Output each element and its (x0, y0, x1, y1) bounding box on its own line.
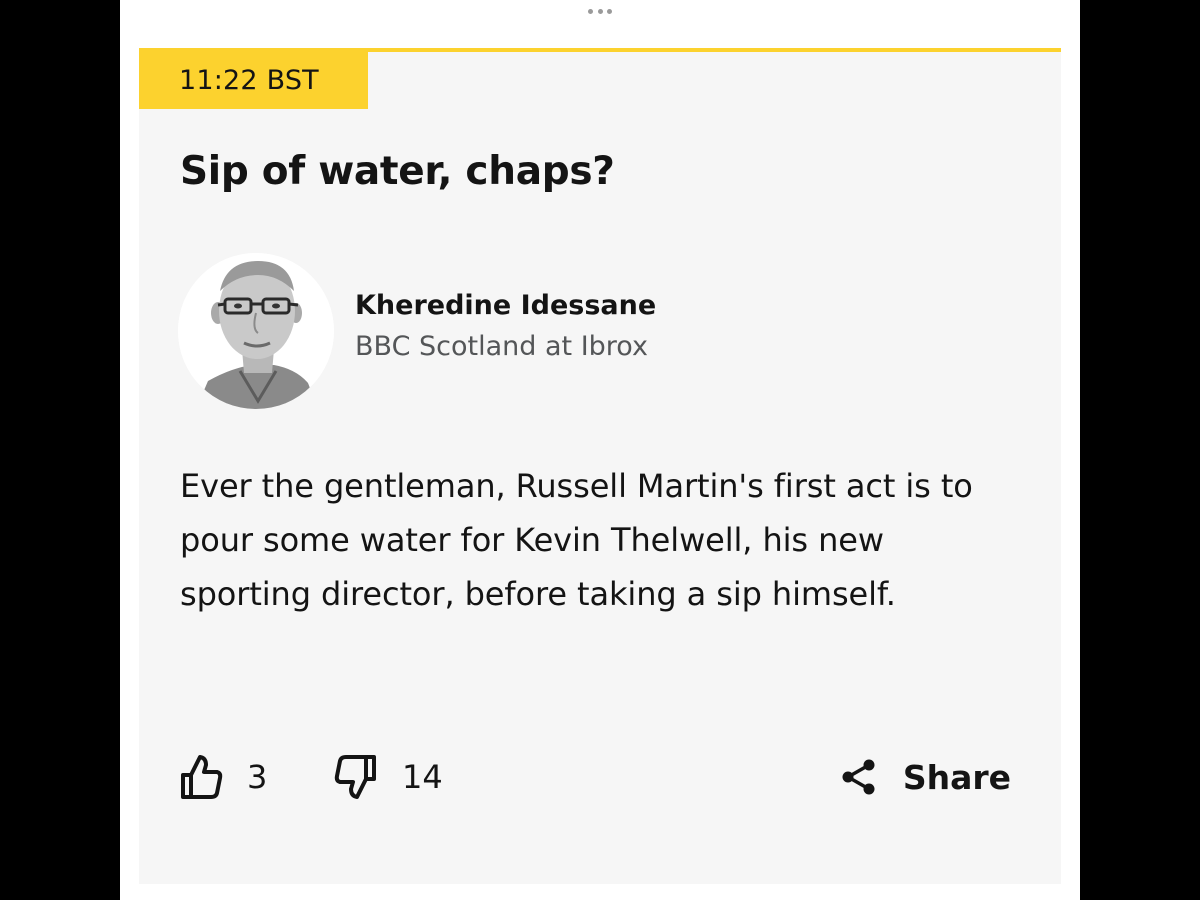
live-entry-card: 11:22 BST Sip of water, chaps? Kheredine… (139, 48, 1061, 884)
more-options-icon[interactable] (588, 8, 612, 14)
author-name: Kheredine Idessane (355, 290, 657, 321)
like-button[interactable]: 3 (179, 747, 267, 807)
reaction-bar: 3 14 Share (179, 747, 1011, 807)
entry-headline: Sip of water, chaps? (180, 149, 615, 194)
share-button[interactable]: Share (841, 747, 1011, 807)
page: 11:22 BST Sip of water, chaps? Kheredine… (120, 0, 1080, 900)
like-count: 3 (247, 758, 268, 796)
share-label: Share (902, 757, 1011, 797)
dislike-button[interactable]: 14 (334, 747, 443, 807)
entry-timestamp: 11:22 BST (139, 52, 368, 109)
dislike-count: 14 (402, 758, 443, 796)
thumbs-down-icon (334, 755, 376, 799)
author-role: BBC Scotland at Ibrox (355, 331, 648, 362)
author-avatar (178, 253, 334, 409)
thumbs-up-icon (181, 755, 223, 799)
share-icon (842, 759, 875, 795)
entry-body: Ever the gentleman, Russell Martin's fir… (180, 467, 973, 613)
author-photo (178, 253, 334, 409)
